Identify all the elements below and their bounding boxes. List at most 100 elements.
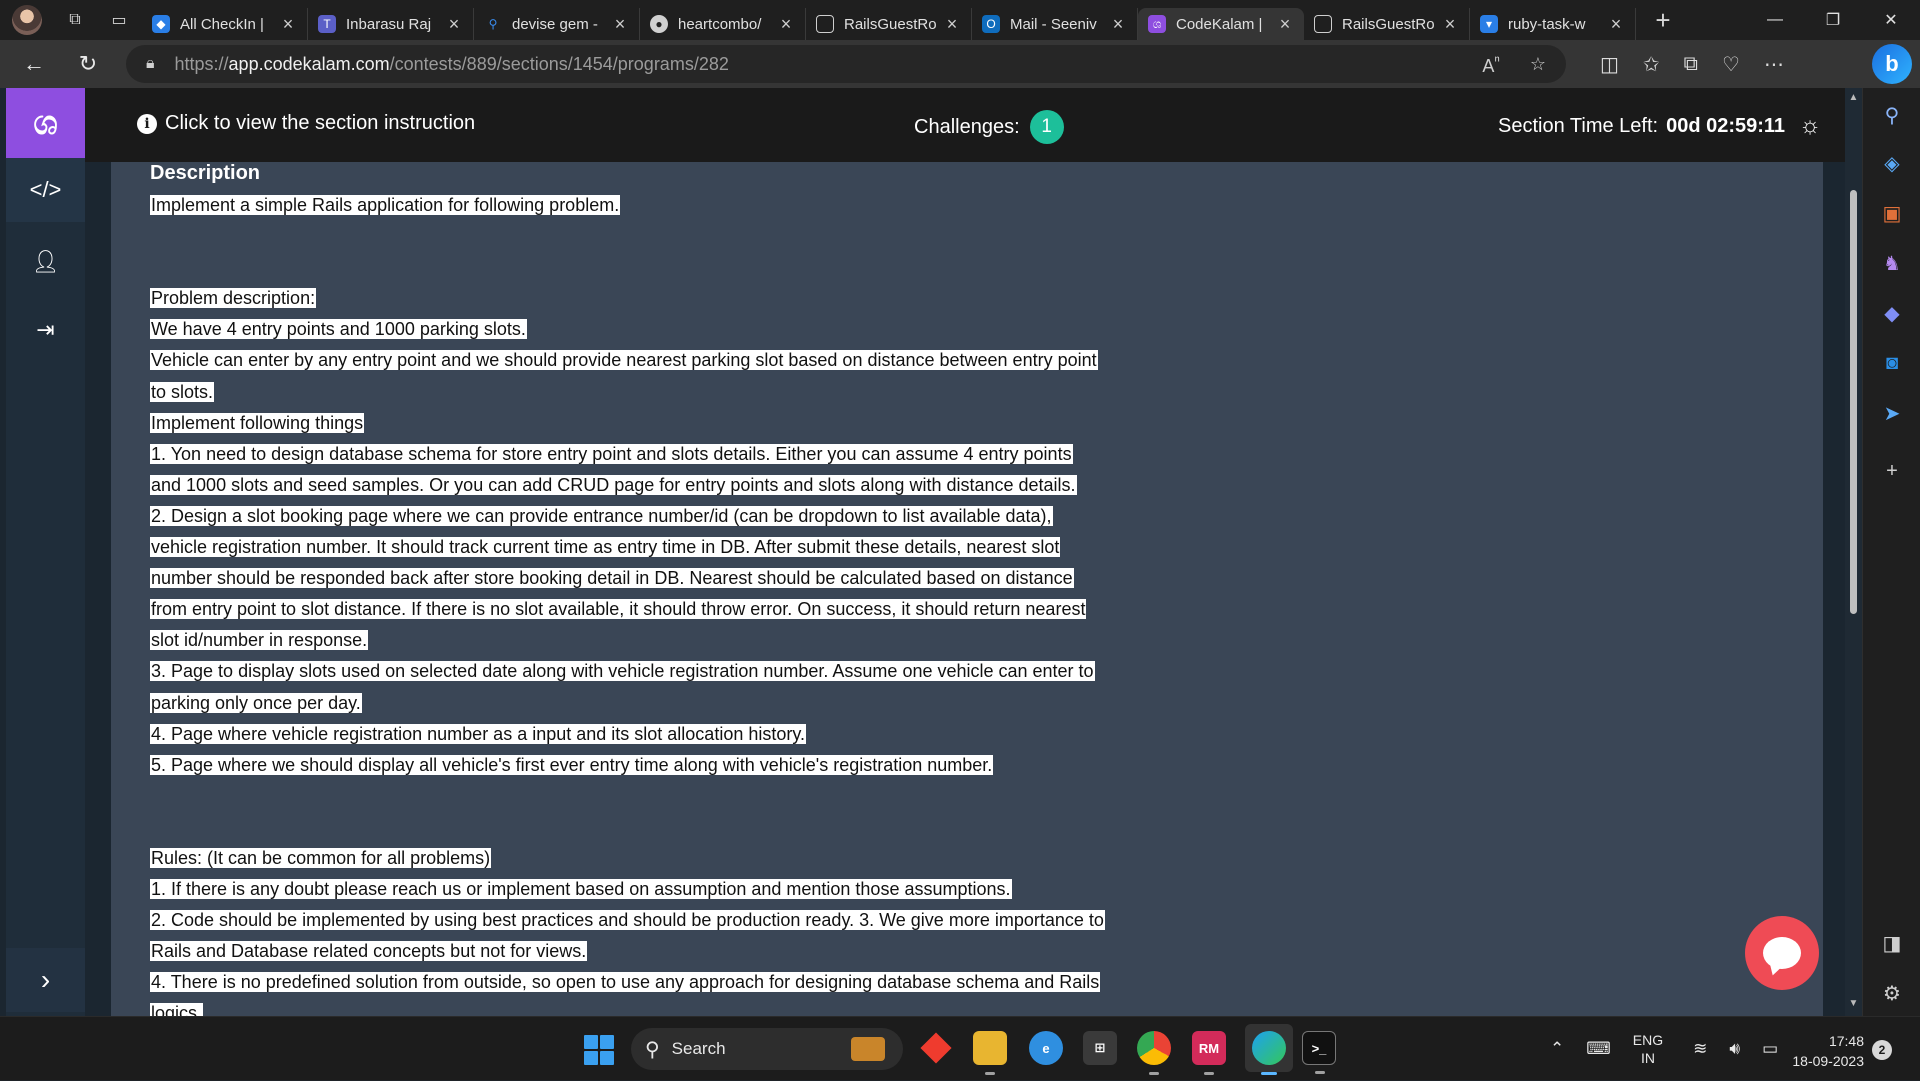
rubymine-icon[interactable]: RM bbox=[1192, 1031, 1226, 1075]
close-tab-icon[interactable]: × bbox=[1109, 14, 1127, 35]
split-screen-icon[interactable]: ◫ bbox=[1600, 52, 1619, 77]
more-menu-icon[interactable]: ⋯ bbox=[1764, 52, 1784, 77]
close-tab-icon[interactable]: × bbox=[1441, 14, 1459, 35]
refresh-button[interactable]: ↻ bbox=[68, 44, 108, 84]
search-icon[interactable]: ⚲ bbox=[1877, 100, 1907, 130]
browser-tab[interactable]: T Inbarasu Raj × bbox=[308, 8, 474, 40]
taskbar-search-box[interactable]: ⚲ Search bbox=[631, 1028, 903, 1070]
anydesk-icon[interactable] bbox=[919, 1031, 953, 1065]
browser-tab[interactable]: ⚲ devise gem - × bbox=[474, 8, 640, 40]
scroll-down-arrow-icon[interactable]: ▼ bbox=[1848, 998, 1859, 1009]
close-tab-icon[interactable]: × bbox=[943, 14, 961, 35]
section-instruction-link[interactable]: i Click to view the section instruction bbox=[137, 112, 475, 135]
show-hidden-icons-chevron-icon[interactable]: ⌃ bbox=[1550, 1039, 1564, 1059]
copilot-icon[interactable]: b bbox=[1872, 44, 1912, 84]
edge-browser-icon[interactable] bbox=[1252, 1031, 1286, 1075]
taskbar-clock[interactable]: 17:48 18-09-2023 bbox=[1786, 1031, 1864, 1071]
expand-sidebar-chevron-icon[interactable]: › bbox=[6, 948, 85, 1012]
battery-icon[interactable]: ▭ bbox=[1762, 1039, 1778, 1059]
back-button[interactable]: ← bbox=[14, 44, 54, 84]
description-line: 2. Design a slot booking page where we c… bbox=[150, 505, 1053, 526]
close-window-button[interactable]: ✕ bbox=[1862, 0, 1920, 40]
codekalam-icon: ශ bbox=[1148, 15, 1166, 33]
description-line: Vehicle can enter by any entry point and… bbox=[150, 350, 1098, 371]
terminal-icon[interactable]: >_ bbox=[1302, 1031, 1336, 1074]
browser-tab[interactable]: ◆ All CheckIn | × bbox=[142, 8, 308, 40]
chrome-icon[interactable] bbox=[1137, 1031, 1171, 1075]
scrollbar-thumb[interactable] bbox=[1850, 190, 1857, 614]
shopping-tag-icon[interactable]: ◈ bbox=[1877, 148, 1907, 178]
chat-button[interactable] bbox=[1745, 916, 1819, 990]
code-editor-icon[interactable]: </> bbox=[6, 158, 85, 222]
tools-briefcase-icon[interactable]: ▣ bbox=[1877, 198, 1907, 228]
add-app-icon[interactable]: + bbox=[1877, 456, 1907, 486]
windows-start-icon[interactable] bbox=[584, 1035, 614, 1065]
workspaces-icon[interactable]: ⧉ bbox=[64, 9, 86, 31]
description-line: slot id/number in response. bbox=[150, 630, 369, 651]
read-aloud-icon[interactable]: Aⁿ bbox=[1482, 52, 1500, 77]
close-tab-icon[interactable]: × bbox=[279, 14, 297, 35]
hide-sidebar-icon[interactable]: ◨ bbox=[1877, 928, 1907, 958]
challenges-badge[interactable]: 1 bbox=[1029, 110, 1064, 144]
chat-bubble-icon bbox=[1763, 937, 1801, 969]
address-bar-actions: Aⁿ ☆ bbox=[1482, 45, 1546, 83]
description-line: 1. Yon need to design database schema fo… bbox=[150, 443, 1073, 464]
description-line: from entry point to slot distance. If th… bbox=[150, 599, 1087, 620]
search-icon: ⚲ bbox=[645, 1038, 660, 1061]
profile-icon[interactable]: 👤︎ bbox=[6, 230, 85, 294]
rules-line: 2. Code should be implemented by using b… bbox=[150, 910, 1105, 931]
edge-sidebar: ⚲ ◈ ▣ ♞ ◆ ◙ ➤ + ◨ ⚙ bbox=[1862, 88, 1920, 1016]
browser-tab-active[interactable]: ශ CodeKalam | × bbox=[1138, 8, 1304, 40]
language-code: ENG bbox=[1632, 1032, 1664, 1048]
browser-tab[interactable]: ▾ ruby-task-w × bbox=[1470, 8, 1636, 40]
browser-tab[interactable]: RailsGuestRo × bbox=[806, 8, 972, 40]
close-tab-icon[interactable]: × bbox=[777, 14, 795, 35]
page-scrollbar[interactable]: ▲ ▼ bbox=[1845, 88, 1862, 1016]
browser-tab[interactable]: O Mail - Seeniv × bbox=[972, 8, 1138, 40]
challenges-counter: Challenges: 1 bbox=[914, 110, 1064, 144]
close-tab-icon[interactable]: × bbox=[611, 14, 629, 35]
clock-date: 18-09-2023 bbox=[1792, 1053, 1864, 1069]
theme-toggle-sun-icon[interactable]: ☼ bbox=[1799, 112, 1821, 140]
drop-send-icon[interactable]: ➤ bbox=[1877, 398, 1907, 428]
settings-gear-icon[interactable]: ⚙ bbox=[1877, 978, 1907, 1008]
favorite-star-icon[interactable]: ☆ bbox=[1530, 54, 1546, 75]
keyboard-icon[interactable]: ⌨ bbox=[1586, 1039, 1611, 1059]
browser-tab[interactable]: RailsGuestRo × bbox=[1304, 8, 1470, 40]
close-tab-icon[interactable]: × bbox=[1276, 14, 1294, 35]
collections-icon[interactable]: ⧉ bbox=[1684, 53, 1698, 76]
page-viewport: ශ </> 👤︎ ⇥ › i Click to view the section… bbox=[0, 88, 1862, 1016]
volume-icon[interactable]: 🔊︎ bbox=[1729, 1039, 1740, 1059]
address-bar[interactable]: 🔒︎ https://app.codekalam.com/contests/88… bbox=[126, 45, 1566, 83]
app-sidebar: ශ </> 👤︎ ⇥ › bbox=[6, 88, 85, 1016]
restore-button[interactable]: ❐ bbox=[1804, 0, 1862, 40]
minimize-button[interactable]: — bbox=[1746, 0, 1804, 40]
profile-avatar[interactable] bbox=[12, 5, 42, 35]
close-tab-icon[interactable]: × bbox=[1607, 14, 1625, 35]
language-indicator[interactable]: ENG IN bbox=[1633, 1031, 1663, 1067]
description-line: Implement following things bbox=[150, 412, 365, 433]
file-explorer-icon[interactable] bbox=[973, 1031, 1007, 1075]
outlook-icon[interactable]: ◙ bbox=[1877, 348, 1907, 378]
tab-actions-icon[interactable]: ▭ bbox=[108, 9, 130, 31]
codekalam-logo[interactable]: ශ bbox=[6, 88, 85, 158]
internet-explorer-icon[interactable]: e bbox=[1029, 1031, 1063, 1065]
wifi-icon[interactable]: ≋ bbox=[1693, 1039, 1707, 1059]
description-title: Description bbox=[150, 162, 261, 184]
performance-icon[interactable]: ♡ bbox=[1722, 52, 1740, 77]
new-tab-button[interactable]: + bbox=[1648, 5, 1678, 36]
browser-tab-strip: ⧉ ▭ ◆ All CheckIn | × T Inbarasu Raj × ⚲… bbox=[0, 0, 1920, 40]
favorites-icon[interactable]: ✩ bbox=[1643, 52, 1660, 77]
browser-tab[interactable]: ● heartcombo/ × bbox=[640, 8, 806, 40]
description-line: and 1000 slots and seed samples. Or you … bbox=[150, 474, 1077, 495]
page-icon bbox=[1314, 15, 1332, 33]
notification-badge[interactable]: 2 bbox=[1872, 1040, 1892, 1060]
microsoft-365-icon[interactable]: ◆ bbox=[1877, 298, 1907, 328]
microsoft-store-icon[interactable]: ⊞ bbox=[1083, 1031, 1117, 1065]
logout-icon[interactable]: ⇥ bbox=[6, 298, 85, 362]
games-icon[interactable]: ♞ bbox=[1877, 248, 1907, 278]
system-tray: ⌃ ⌨ ENG IN ≋ 🔊︎ ▭ bbox=[1550, 1017, 1800, 1081]
close-tab-icon[interactable]: × bbox=[445, 14, 463, 35]
toolbar-buttons: ◫ ✩ ⧉ ♡ ⋯ bbox=[1600, 40, 1784, 88]
scroll-up-arrow-icon[interactable]: ▲ bbox=[1848, 92, 1859, 103]
